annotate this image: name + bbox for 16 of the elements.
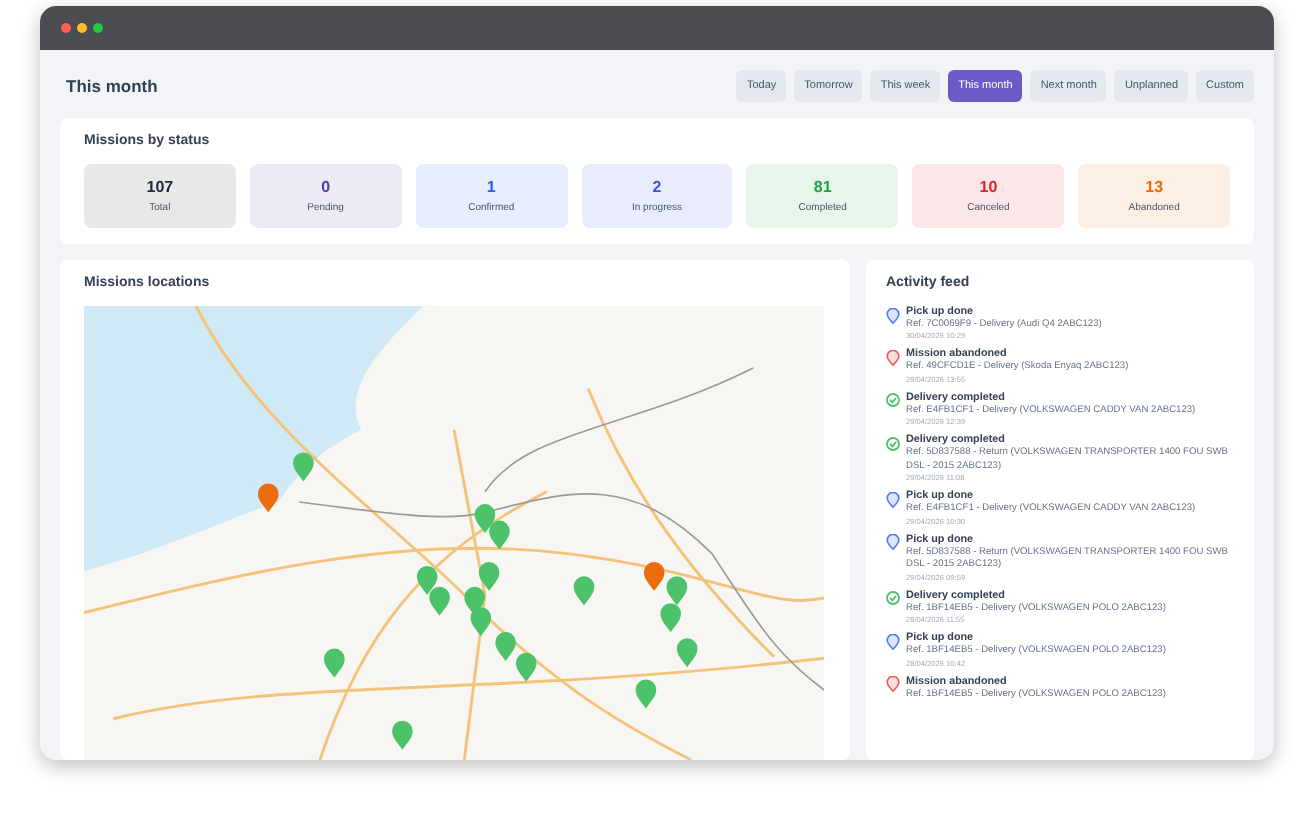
check-circle-icon — [886, 590, 900, 607]
status-count: 0 — [321, 178, 331, 196]
status-count: 10 — [979, 178, 998, 196]
check-circle-icon — [886, 392, 900, 409]
status-count: 2 — [652, 178, 662, 196]
status-count: 1 — [486, 178, 496, 196]
status-count: 13 — [1145, 178, 1164, 196]
location-pin-icon — [886, 491, 900, 508]
location-pin-icon — [886, 307, 900, 323]
page-title: This month — [66, 76, 158, 96]
window-controls-icon[interactable] — [60, 22, 108, 34]
check-circle-icon — [886, 435, 900, 452]
status-count: 107 — [146, 178, 174, 196]
location-pin-icon — [886, 633, 900, 650]
location-pin-icon — [886, 534, 900, 551]
status-count: 81 — [813, 178, 832, 196]
